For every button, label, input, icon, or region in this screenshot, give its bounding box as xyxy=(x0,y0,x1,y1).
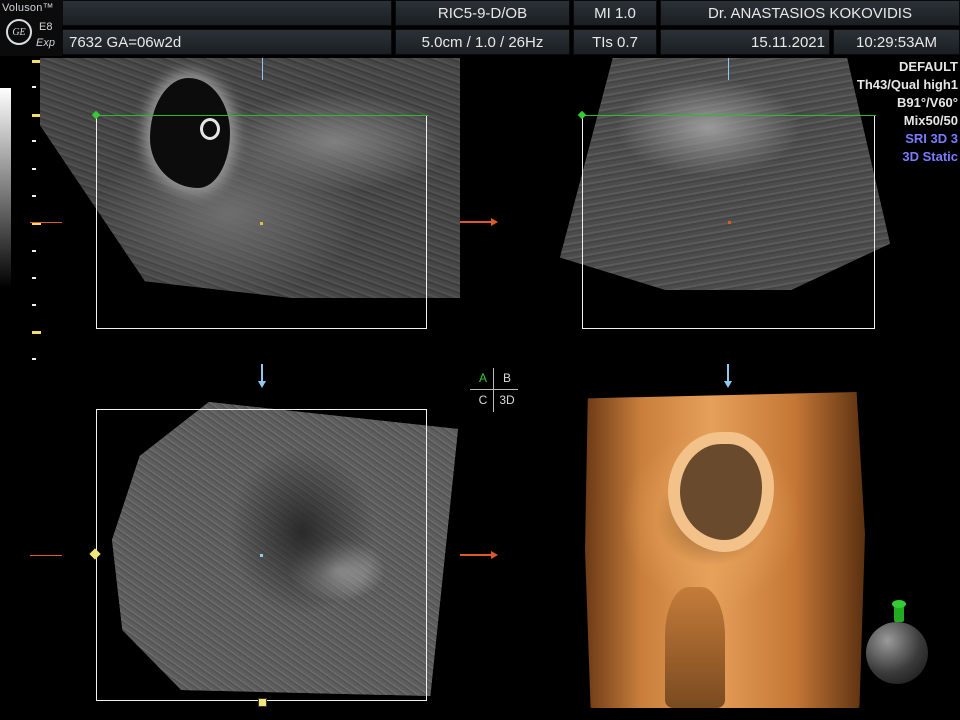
model-edition: Exp xyxy=(36,37,55,49)
info-header: Voluson™ GE E8 Exp RIC5-9-D/OB MI 1.0 Dr… xyxy=(0,0,960,56)
exam-time: 10:29:53AM xyxy=(833,29,960,55)
model-name: E8 xyxy=(39,21,53,33)
render-cavity xyxy=(680,444,762,540)
acquisition-params: DEFAULT Th43/Qual high1 B91°/V60° Mix50/… xyxy=(857,58,958,166)
3d-render-view[interactable] xyxy=(585,392,865,708)
depth-tick xyxy=(32,358,36,360)
doctor-name: Dr. ANASTASIOS KOKOVIDIS xyxy=(660,0,960,26)
quadrant-a[interactable]: A xyxy=(472,371,494,385)
grayscale-bar xyxy=(0,88,11,288)
param-mode: 3D Static xyxy=(902,149,958,164)
depth-frequency: 5.0cm / 1.0 / 26Hz xyxy=(395,29,570,55)
center-dot-a xyxy=(260,222,263,225)
quadrant-b[interactable]: B xyxy=(496,371,518,385)
param-sri: SRI 3D 3 xyxy=(905,131,958,146)
orientation-sphere-icon[interactable] xyxy=(866,622,928,684)
depth-tick xyxy=(32,60,41,63)
quadrant-3d[interactable]: 3D xyxy=(496,393,518,407)
depth-tick xyxy=(32,140,36,142)
patient-info: 7632 GA=06w2d xyxy=(62,29,392,55)
param-preset: DEFAULT xyxy=(899,59,958,74)
depth-tick xyxy=(32,304,36,306)
plane-arrow-right-a[interactable] xyxy=(460,218,498,226)
depth-tick xyxy=(32,195,36,197)
render-canal xyxy=(665,587,725,708)
depth-tick xyxy=(32,168,36,170)
mi-value: MI 1.0 xyxy=(573,0,657,26)
param-mix: Mix50/50 xyxy=(903,113,958,128)
plane-arrow-right-c[interactable] xyxy=(460,551,498,559)
plane-arrow-down-b[interactable] xyxy=(724,364,732,388)
quadrant-c[interactable]: C xyxy=(472,393,494,407)
plane-arrow-down-a[interactable] xyxy=(258,364,266,388)
header-blank-cell xyxy=(62,0,392,26)
tis-value: TIs 0.7 xyxy=(573,29,657,55)
scan-line-a xyxy=(262,58,263,80)
scan-line-b xyxy=(728,58,729,80)
center-dot-b xyxy=(728,221,731,224)
quadrant-divider xyxy=(470,389,518,390)
depth-tick xyxy=(32,331,41,334)
param-quality: Th43/Qual high1 xyxy=(856,77,958,92)
brand-name: Voluson™ xyxy=(2,2,54,14)
param-angles: B91°/V60° xyxy=(897,95,958,110)
roi-bottom-handle[interactable] xyxy=(258,698,267,707)
depth-tick xyxy=(32,250,36,252)
probe-label: RIC5-9-D/OB xyxy=(395,0,570,26)
logo-area: Voluson™ GE E8 Exp xyxy=(0,0,62,56)
roi-active-edge xyxy=(583,115,876,116)
roi-active-edge xyxy=(97,115,428,116)
plane-marker-left-a xyxy=(30,222,62,223)
orientation-handle-icon[interactable] xyxy=(892,600,906,622)
quadrant-selector[interactable]: A B C 3D xyxy=(470,368,518,412)
depth-tick xyxy=(32,277,36,279)
depth-tick xyxy=(32,114,41,117)
plane-marker-left-c xyxy=(30,555,62,556)
quadrant-divider xyxy=(493,368,494,412)
depth-tick xyxy=(32,86,36,88)
exam-date: 15.11.2021 xyxy=(660,29,830,55)
ge-logo-icon: GE xyxy=(6,19,32,45)
center-dot-c xyxy=(260,554,263,557)
